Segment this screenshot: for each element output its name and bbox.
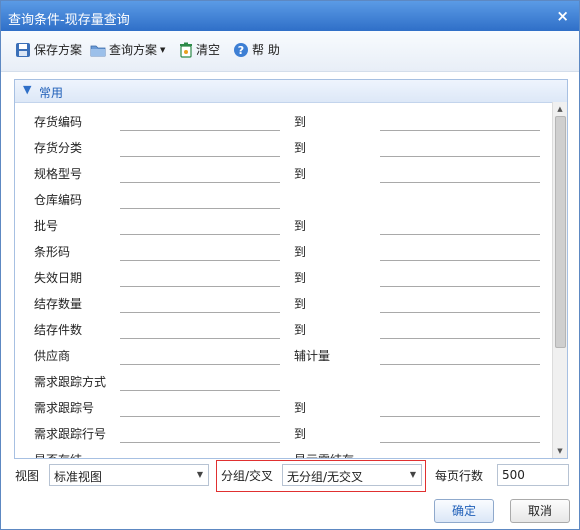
save-disk-icon [16, 42, 30, 57]
field-input-to[interactable] [380, 312, 540, 313]
rows-per-page-value: 500 [502, 468, 525, 482]
query-scheme-button[interactable]: 查询方案 ▼ [90, 41, 165, 58]
range-to-label: 到 [294, 219, 307, 233]
field-input[interactable] [120, 416, 280, 417]
field-input-to[interactable] [380, 338, 540, 339]
field-label: 仓库编码 [34, 193, 83, 207]
rows-per-page-input[interactable]: 500 [497, 464, 569, 486]
svg-text:?: ? [238, 44, 244, 57]
field-input-to[interactable] [380, 364, 540, 365]
help-button[interactable]: ? 帮 助 [233, 41, 280, 58]
field-input[interactable] [120, 234, 280, 235]
field-label: 供应商 [34, 349, 71, 363]
scroll-up-arrow-icon[interactable]: ▲ [553, 102, 567, 116]
clear-label: 清空 [196, 43, 221, 57]
scroll-thumb[interactable] [555, 116, 566, 348]
range-to-label: 到 [294, 401, 307, 415]
field-input-to[interactable] [380, 182, 540, 183]
help-icon: ? [234, 42, 248, 57]
field-input[interactable] [120, 130, 280, 131]
field-input-to[interactable] [380, 130, 540, 131]
field-input-to[interactable] [380, 286, 540, 287]
field-input-to[interactable] [380, 442, 540, 443]
field-label: 是否存结 [34, 451, 82, 458]
range-to-label: 到 [294, 141, 307, 155]
view-value: 标准视图 [54, 470, 103, 484]
group-value: 无分组/无交叉 [287, 470, 364, 484]
field-label: 批号 [34, 219, 59, 233]
field-input[interactable] [120, 286, 280, 287]
cancel-button[interactable]: 取消 [510, 499, 570, 523]
view-label: 视图 [15, 469, 40, 483]
clear-button[interactable]: 清空 [179, 41, 220, 58]
field-input-to[interactable] [380, 156, 540, 157]
field-input[interactable] [120, 364, 280, 365]
window-title: 查询条件-现存量查询 [8, 13, 130, 28]
field-input-to[interactable] [380, 416, 540, 417]
range-to-label: 到 [294, 427, 307, 441]
range-to-label: 到 [294, 271, 307, 285]
chevron-down-icon: ▼ [160, 45, 166, 54]
chevron-down-icon: ▼ [23, 83, 32, 96]
field-label: 结存数量 [34, 297, 83, 311]
range-to-label: 显示零结存 [294, 451, 354, 458]
save-scheme-button[interactable]: 保存方案 [15, 41, 82, 58]
toolbar: 保存方案 查询方案 ▼ 清空 ? 帮 助 [1, 31, 579, 72]
section-header-common[interactable]: ▼ 常用 [15, 80, 567, 103]
filter-panel: ▼ 常用 存货编码到存货分类到规格型号到仓库编码 批号到条形码到失效日期到结存数量… [14, 79, 568, 459]
group-select[interactable]: 无分组/无交叉 ▼ [282, 464, 422, 486]
field-input[interactable] [120, 182, 280, 183]
close-icon[interactable]: × [556, 7, 569, 25]
view-select[interactable]: 标准视图 ▼ [49, 464, 209, 486]
chevron-down-icon: ▼ [409, 470, 416, 479]
field-input[interactable] [120, 156, 280, 157]
field-label: 失效日期 [34, 271, 83, 285]
field-label: 条形码 [34, 245, 71, 259]
help-label: 帮 助 [252, 43, 280, 57]
title-bar[interactable]: 查询条件-现存量查询 × [1, 1, 579, 31]
section-title: 常用 [39, 86, 64, 100]
query-dialog: 查询条件-现存量查询 × 保存方案 查询方案 ▼ 清空 ? 帮 助 ▼ 常用 存… [0, 0, 580, 530]
trash-icon [180, 42, 192, 58]
rows-per-page-label: 每页行数 [435, 469, 484, 483]
field-input-to[interactable] [380, 260, 540, 261]
field-input[interactable] [120, 312, 280, 313]
field-label: 需求跟踪号 [34, 401, 95, 415]
range-to-label: 到 [294, 297, 307, 311]
chevron-down-icon: ▼ [196, 470, 203, 479]
range-to-label: 辅计量 [294, 349, 331, 363]
save-scheme-label: 保存方案 [34, 43, 83, 57]
field-label: 存货编码 [34, 115, 83, 129]
field-label: 规格型号 [34, 167, 83, 181]
field-input[interactable] [120, 442, 280, 443]
vertical-scrollbar[interactable]: ▲ ▼ [552, 102, 567, 458]
field-label: 需求跟踪方式 [34, 375, 107, 389]
folder-icon [90, 45, 106, 56]
range-to-label: 到 [294, 323, 307, 337]
field-input[interactable] [120, 390, 280, 391]
field-label: 结存件数 [34, 323, 83, 337]
group-label: 分组/交叉 [221, 469, 274, 483]
scroll-down-arrow-icon[interactable]: ▼ [553, 444, 567, 458]
field-input-to[interactable] [380, 234, 540, 235]
range-to-label: 到 [294, 167, 307, 181]
confirm-button[interactable]: 确定 [434, 499, 494, 523]
field-input[interactable] [120, 338, 280, 339]
field-input[interactable] [120, 260, 280, 261]
query-scheme-label: 查询方案 [109, 43, 158, 57]
field-label: 存货分类 [34, 141, 83, 155]
field-input[interactable] [120, 208, 280, 209]
range-to-label: 到 [294, 245, 307, 259]
range-to-label: 到 [294, 115, 307, 129]
field-label: 需求跟踪行号 [34, 427, 107, 441]
